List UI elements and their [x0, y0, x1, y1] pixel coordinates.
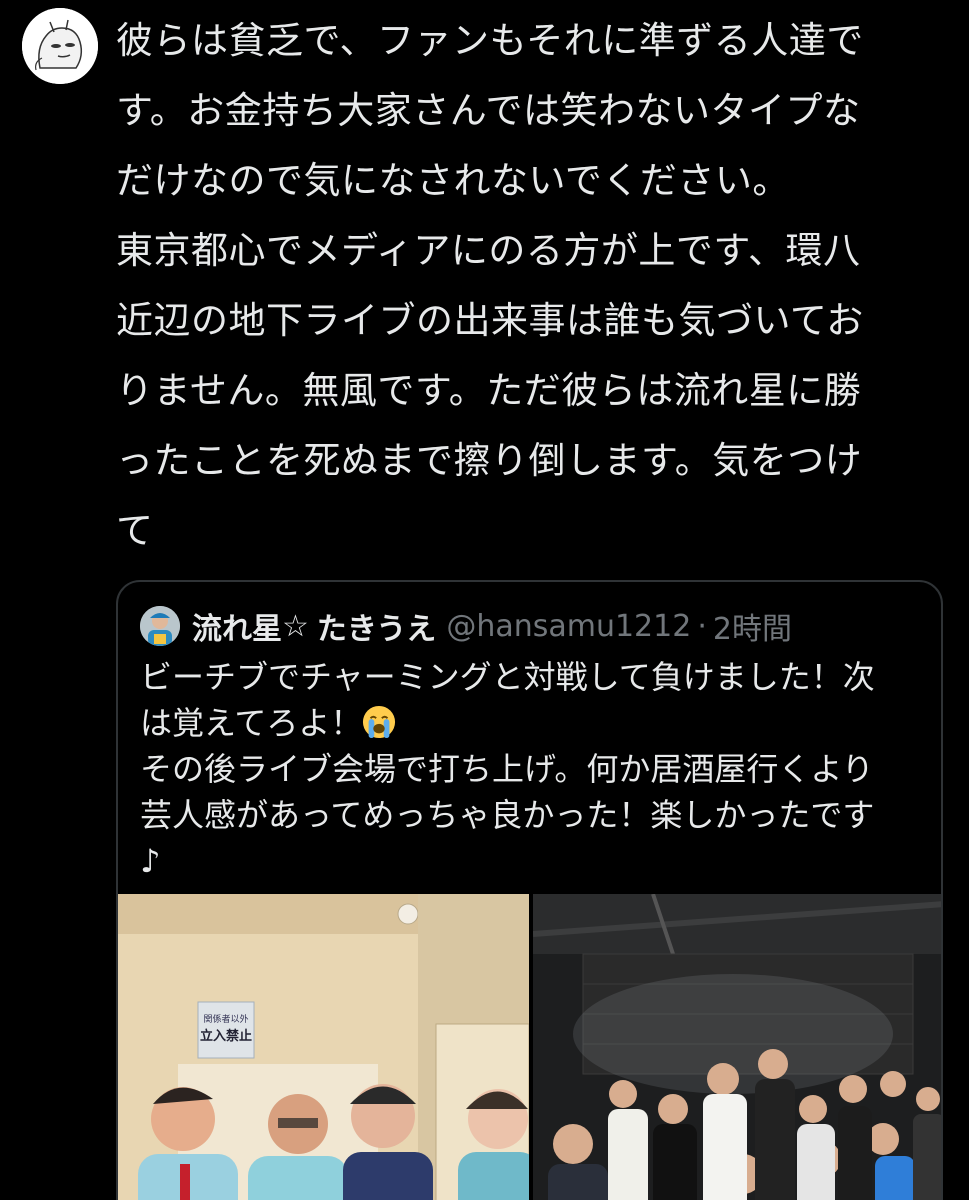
quote-text: ビーチブでチャーミングと対戦して負けました！次 は覚えてろよ！ その後ライブ会場…	[140, 654, 920, 884]
meme-character-avatar-icon	[22, 8, 98, 84]
sign-line1: 関係者以外	[203, 1013, 248, 1025]
quote-line: 芸人感があってめっちゃ良かった！楽しかったです	[140, 796, 875, 834]
quote-line: ビーチブでチャーミングと対戦して負けました！次	[140, 658, 875, 696]
quote-timestamp[interactable]: 2時間	[713, 604, 792, 648]
tweet-line: す。お金持ち大家さんでは笑わないタイプな	[116, 89, 861, 132]
quote-display-name[interactable]: 流れ星	[192, 604, 282, 648]
quote-display-name-2[interactable]: たきうえ	[317, 604, 436, 648]
quote-line-with-emoji: は覚えてろよ！	[140, 700, 920, 746]
tweet[interactable]: 彼らは貧乏で、ファンもそれに準ずる人達で す。お金持ち大家さんでは笑わないタイプ…	[0, 0, 969, 1200]
tweet-line: て	[116, 509, 154, 552]
quote-line: その後ライブ会場で打ち上げ。何か居酒屋行くより	[140, 750, 874, 788]
separator-dot: ·	[697, 608, 707, 644]
group-photo-live-venue	[533, 894, 941, 1200]
tweet-line: 東京都心でメディアにのる方が上です、環八	[116, 229, 861, 272]
quote-avatar[interactable]	[140, 606, 180, 646]
person-avatar-icon	[140, 606, 180, 646]
quote-photo-right[interactable]	[533, 894, 941, 1200]
tweet-line: 近辺の地下ライブの出来事は誰も気づいてお	[116, 299, 864, 342]
quote-header: 流れ星 ☆ たきうえ @hansamu1212 · 2時間	[140, 604, 792, 648]
quote-photo-left[interactable]: 関係者以外 立入禁止	[118, 894, 529, 1200]
quote-handle[interactable]: @hansamu1212	[446, 609, 691, 644]
tweet-line: りません。無風です。ただ彼らは流れ星に勝	[116, 369, 862, 412]
group-photo-dressing-room: 関係者以外 立入禁止	[118, 894, 529, 1200]
loudly-crying-face-icon	[363, 705, 396, 739]
quoted-tweet[interactable]: 流れ星 ☆ たきうえ @hansamu1212 · 2時間 ビーチブでチャーミン…	[116, 580, 943, 1200]
quote-line: ♪	[140, 842, 161, 880]
quote-name-star: ☆	[282, 608, 309, 644]
tweet-line: 彼らは貧乏で、ファンもそれに準ずる人達で	[116, 19, 864, 62]
avatar[interactable]	[22, 8, 98, 84]
tweet-text: 彼らは貧乏で、ファンもそれに準ずる人達で す。お金持ち大家さんでは笑わないタイプ…	[116, 6, 936, 566]
tweet-line: だけなので気になされないでください。	[116, 159, 790, 202]
sign-line2: 立入禁止	[200, 1028, 252, 1044]
quote-line-text: は覚えてろよ！	[140, 704, 363, 742]
tweet-line: ったことを死ぬまで擦り倒します。気をつけ	[116, 439, 863, 482]
